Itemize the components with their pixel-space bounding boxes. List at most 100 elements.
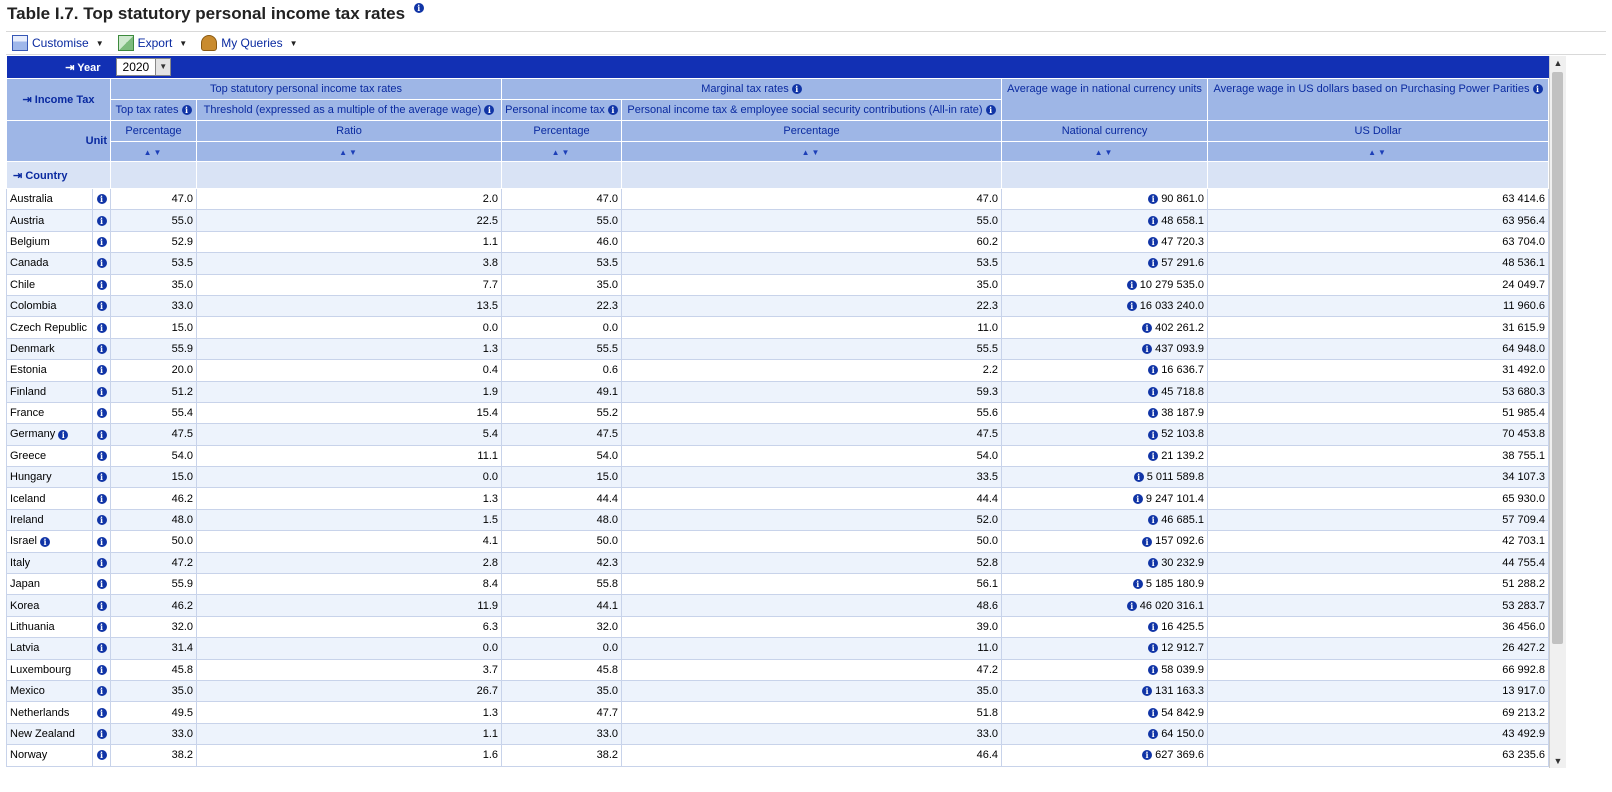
row-info-cell[interactable]: i	[91, 316, 112, 339]
sort-c2[interactable]: ▲▼	[196, 141, 503, 162]
info-icon[interactable]: i	[1142, 536, 1153, 547]
info-icon[interactable]: i	[96, 215, 107, 226]
info-icon[interactable]: i	[607, 105, 618, 116]
info-icon[interactable]: i	[1148, 664, 1159, 675]
row-info-cell[interactable]: i	[91, 230, 112, 254]
export-menu[interactable]: Export ▼	[117, 35, 187, 51]
row-info-cell[interactable]: i	[91, 423, 112, 446]
info-icon[interactable]: i	[1132, 493, 1143, 504]
info-icon[interactable]: i	[96, 386, 107, 397]
year-dimension-label[interactable]: ⇥ Year	[6, 56, 111, 79]
info-icon[interactable]: i	[96, 707, 107, 718]
country-cell[interactable]: France	[6, 401, 93, 425]
info-icon[interactable]: i	[96, 365, 107, 376]
country-cell[interactable]: Netherlands	[6, 701, 93, 724]
row-info-cell[interactable]: i	[91, 530, 112, 553]
country-cell[interactable]: Colombia	[6, 294, 93, 318]
row-info-cell[interactable]: i	[91, 487, 112, 510]
info-icon[interactable]: i	[96, 600, 107, 611]
country-cell[interactable]: Austria	[6, 209, 93, 232]
info-icon[interactable]: i	[96, 493, 107, 504]
sort-arrows-icon[interactable]: ▲▼	[1095, 148, 1115, 157]
row-info-cell[interactable]: i	[91, 573, 112, 596]
info-icon[interactable]: i	[1148, 194, 1159, 205]
info-icon[interactable]: i	[1148, 643, 1159, 654]
row-info-cell[interactable]: i	[91, 252, 112, 275]
info-icon[interactable]: i	[1148, 237, 1159, 248]
info-icon[interactable]: i	[96, 515, 107, 526]
info-icon[interactable]: i	[96, 429, 107, 440]
country-cell[interactable]: Germany i	[6, 423, 93, 446]
row-info-cell[interactable]: i	[91, 508, 112, 532]
row-info-cell[interactable]: i	[91, 701, 112, 724]
info-icon[interactable]: i	[1148, 729, 1159, 740]
sort-c5[interactable]: ▲▼	[1001, 141, 1209, 162]
info-icon[interactable]: i	[96, 643, 107, 654]
country-cell[interactable]: Estonia	[6, 359, 93, 382]
year-select[interactable]: 2020 ▼	[115, 58, 172, 76]
row-info-cell[interactable]: i	[91, 466, 112, 489]
info-icon[interactable]: i	[1532, 84, 1543, 95]
sort-arrows-icon[interactable]: ▲▼	[144, 148, 164, 157]
row-info-cell[interactable]: i	[91, 744, 112, 767]
country-cell[interactable]: Luxembourg	[6, 658, 93, 681]
income-tax-dimension-label[interactable]: ⇥ Income Tax	[5, 78, 112, 121]
vertical-scrollbar[interactable]: ▲ ▼	[1549, 56, 1566, 768]
info-icon[interactable]: i	[484, 105, 495, 116]
scrollbar-thumb[interactable]	[1552, 72, 1563, 644]
sort-arrows-icon[interactable]: ▲▼	[802, 148, 822, 157]
info-icon[interactable]: i	[1148, 557, 1159, 568]
info-icon[interactable]: i	[96, 664, 107, 675]
info-icon[interactable]: i	[1148, 365, 1159, 376]
customise-menu[interactable]: Customise ▼	[12, 35, 104, 51]
info-icon[interactable]: i	[1148, 707, 1159, 718]
info-icon[interactable]: i	[96, 408, 107, 419]
country-cell[interactable]: Greece	[6, 444, 93, 468]
row-info-cell[interactable]: i	[91, 551, 112, 575]
country-cell[interactable]: Japan	[6, 573, 93, 596]
row-info-cell[interactable]: i	[91, 594, 112, 617]
sort-c4[interactable]: ▲▼	[621, 141, 1003, 162]
row-info-cell[interactable]: i	[91, 722, 112, 746]
info-icon[interactable]: i	[96, 557, 107, 568]
info-icon[interactable]: i	[96, 579, 107, 590]
row-info-cell[interactable]: i	[91, 337, 112, 361]
country-cell[interactable]: Israel i	[6, 530, 93, 553]
info-icon[interactable]: i	[1142, 344, 1153, 355]
info-icon[interactable]: i	[1148, 408, 1159, 419]
info-icon[interactable]: i	[96, 536, 107, 547]
country-cell[interactable]: Czech Republic	[6, 316, 93, 339]
info-icon[interactable]: i	[1126, 600, 1137, 611]
country-cell[interactable]: Korea	[6, 594, 93, 617]
info-icon[interactable]: i	[96, 322, 107, 333]
info-icon[interactable]: i	[1148, 450, 1159, 461]
country-cell[interactable]: Lithuania	[6, 615, 93, 639]
row-info-cell[interactable]: i	[91, 444, 112, 468]
country-cell[interactable]: Australia	[6, 187, 93, 211]
row-info-cell[interactable]: i	[91, 401, 112, 425]
info-icon[interactable]: i	[39, 536, 50, 547]
info-icon[interactable]: i	[181, 105, 192, 116]
country-cell[interactable]: Denmark	[6, 337, 93, 361]
sort-arrows-icon[interactable]: ▲▼	[339, 148, 359, 157]
sort-c6[interactable]: ▲▼	[1207, 141, 1550, 162]
info-icon[interactable]: i	[96, 622, 107, 633]
info-icon[interactable]: i	[96, 450, 107, 461]
info-icon[interactable]: i	[58, 429, 69, 440]
info-icon[interactable]: i	[96, 750, 107, 761]
sort-c3[interactable]: ▲▼	[501, 141, 623, 162]
info-icon[interactable]: i	[1142, 686, 1153, 697]
info-icon[interactable]: i	[96, 258, 107, 269]
info-icon[interactable]: i	[1132, 579, 1143, 590]
row-info-cell[interactable]: i	[91, 615, 112, 639]
info-icon[interactable]: i	[1142, 750, 1153, 761]
scroll-up-icon[interactable]: ▲	[1550, 56, 1566, 70]
info-icon[interactable]: i	[1148, 386, 1159, 397]
info-icon[interactable]: i	[985, 105, 996, 116]
sort-arrows-icon[interactable]: ▲▼	[552, 148, 572, 157]
row-info-cell[interactable]: i	[91, 294, 112, 318]
country-cell[interactable]: Iceland	[6, 487, 93, 510]
country-cell[interactable]: New Zealand	[6, 722, 93, 746]
info-icon[interactable]: i	[1148, 429, 1159, 440]
info-icon[interactable]: i	[1148, 515, 1159, 526]
